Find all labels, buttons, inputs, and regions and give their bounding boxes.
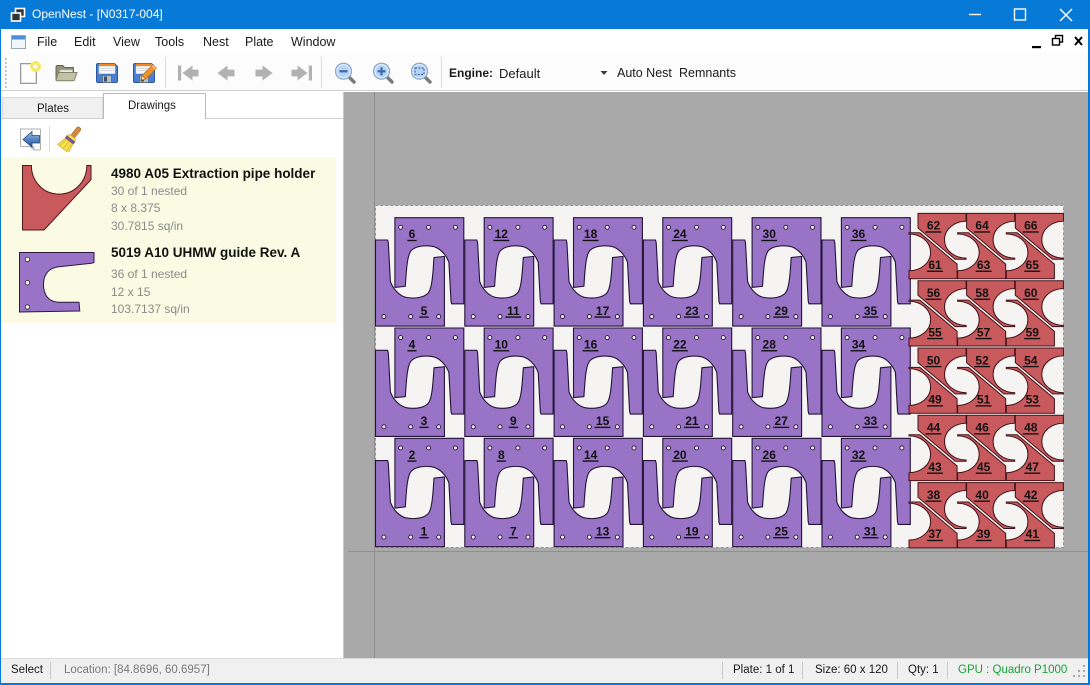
- svg-text:61: 61: [928, 258, 942, 272]
- svg-text:35: 35: [864, 304, 878, 318]
- svg-text:49: 49: [928, 393, 942, 407]
- svg-text:3: 3: [421, 414, 428, 428]
- svg-text:23: 23: [685, 304, 699, 318]
- svg-text:56: 56: [927, 286, 941, 300]
- svg-text:18: 18: [584, 227, 598, 241]
- svg-text:52: 52: [975, 353, 989, 367]
- svg-text:57: 57: [977, 325, 991, 339]
- svg-text:44: 44: [927, 421, 941, 435]
- svg-text:6: 6: [409, 227, 416, 241]
- svg-text:31: 31: [864, 524, 878, 538]
- svg-text:66: 66: [1024, 219, 1038, 233]
- svg-text:39: 39: [977, 527, 991, 541]
- svg-text:19: 19: [685, 524, 699, 538]
- svg-text:32: 32: [852, 448, 866, 462]
- svg-text:43: 43: [928, 460, 942, 474]
- svg-text:58: 58: [975, 286, 989, 300]
- svg-text:41: 41: [1026, 527, 1040, 541]
- svg-text:12: 12: [495, 227, 509, 241]
- svg-text:1: 1: [421, 524, 428, 538]
- svg-text:21: 21: [685, 414, 699, 428]
- svg-text:50: 50: [927, 353, 941, 367]
- svg-text:2: 2: [409, 448, 416, 462]
- svg-text:7: 7: [510, 524, 517, 538]
- svg-text:54: 54: [1024, 353, 1038, 367]
- svg-text:27: 27: [775, 414, 789, 428]
- svg-text:22: 22: [673, 338, 687, 352]
- svg-text:10: 10: [495, 338, 509, 352]
- svg-text:34: 34: [852, 338, 866, 352]
- svg-text:36: 36: [852, 227, 866, 241]
- svg-text:15: 15: [596, 414, 610, 428]
- svg-text:8: 8: [498, 448, 505, 462]
- svg-text:33: 33: [864, 414, 878, 428]
- svg-text:5: 5: [421, 304, 428, 318]
- svg-text:45: 45: [977, 460, 991, 474]
- svg-text:29: 29: [775, 304, 789, 318]
- svg-text:25: 25: [775, 524, 789, 538]
- svg-text:20: 20: [673, 448, 687, 462]
- svg-text:51: 51: [977, 393, 991, 407]
- svg-text:16: 16: [584, 338, 598, 352]
- svg-text:53: 53: [1026, 393, 1040, 407]
- svg-text:59: 59: [1026, 325, 1040, 339]
- svg-text:38: 38: [927, 488, 941, 502]
- svg-text:4: 4: [409, 338, 416, 352]
- svg-text:62: 62: [927, 219, 941, 233]
- svg-text:24: 24: [673, 227, 687, 241]
- svg-text:17: 17: [596, 304, 610, 318]
- svg-text:26: 26: [763, 448, 777, 462]
- svg-text:13: 13: [596, 524, 610, 538]
- svg-text:9: 9: [510, 414, 517, 428]
- svg-text:28: 28: [763, 338, 777, 352]
- svg-text:48: 48: [1024, 421, 1038, 435]
- svg-text:55: 55: [928, 325, 942, 339]
- svg-text:64: 64: [975, 219, 989, 233]
- svg-text:47: 47: [1026, 460, 1040, 474]
- svg-text:60: 60: [1024, 286, 1038, 300]
- svg-text:42: 42: [1024, 488, 1038, 502]
- svg-text:37: 37: [928, 527, 942, 541]
- svg-text:63: 63: [977, 258, 991, 272]
- svg-text:65: 65: [1026, 258, 1040, 272]
- svg-text:40: 40: [975, 488, 989, 502]
- svg-text:46: 46: [975, 421, 989, 435]
- svg-text:14: 14: [584, 448, 598, 462]
- svg-text:11: 11: [507, 304, 520, 318]
- svg-text:30: 30: [763, 227, 777, 241]
